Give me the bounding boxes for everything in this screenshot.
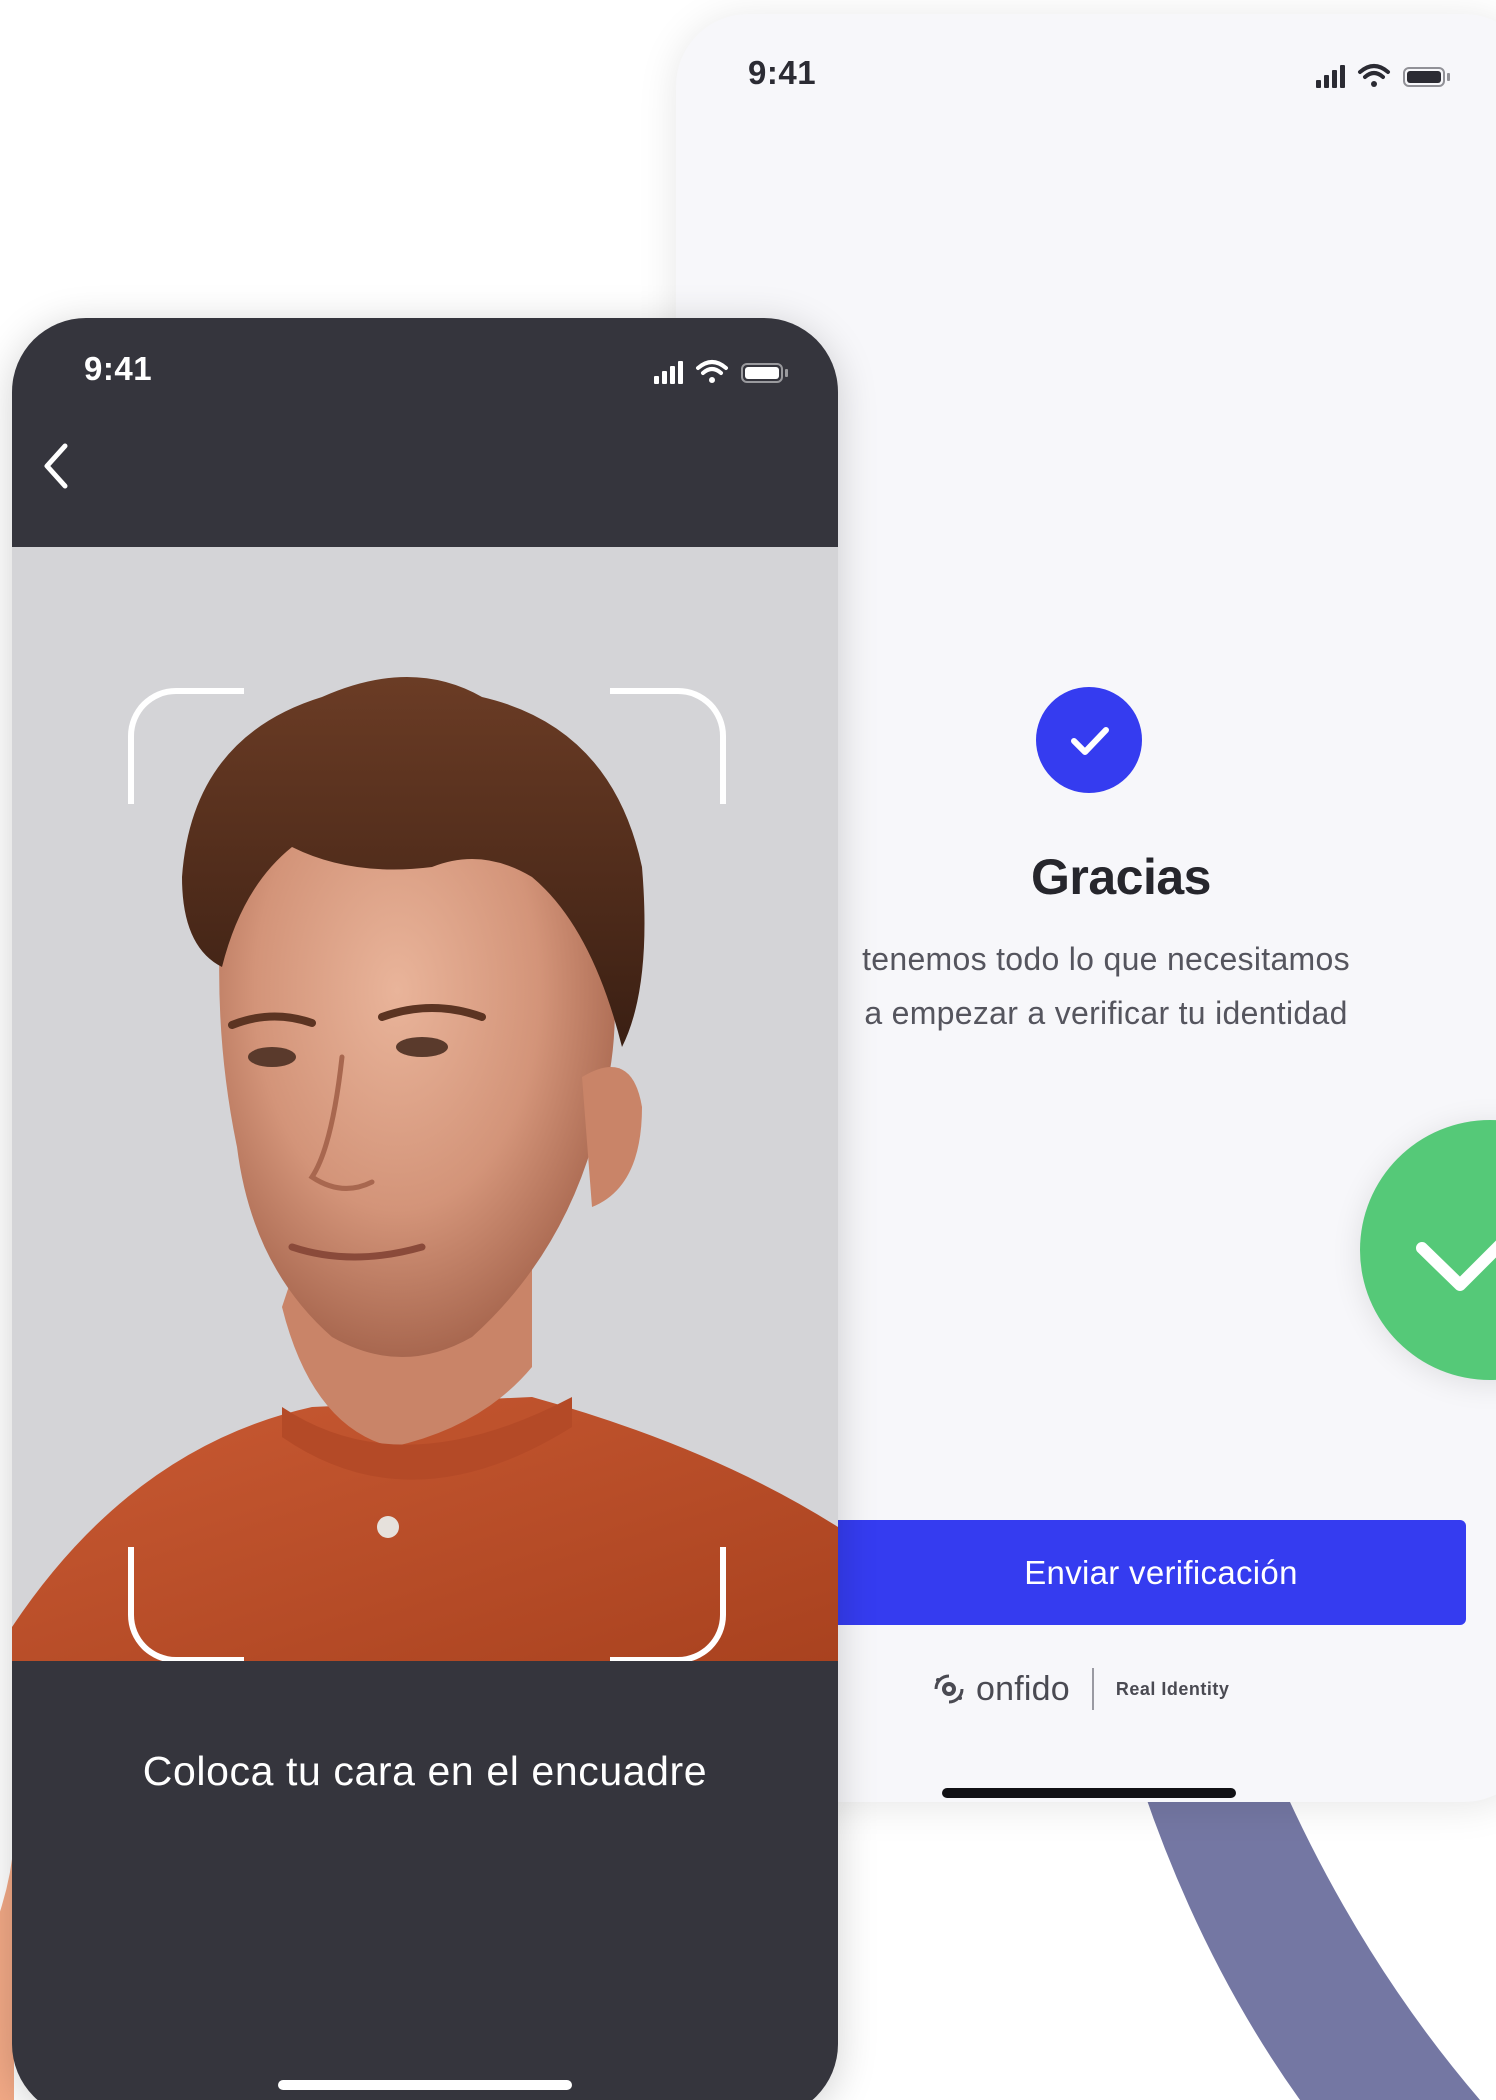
status-time: 9:41	[84, 350, 153, 387]
home-indicator	[278, 2080, 572, 2090]
back-chevron-icon	[44, 443, 68, 489]
frame-corner-top-right	[610, 688, 726, 804]
showcase-stage: 9:41 Gracias tenemos todo lo que necesit…	[0, 0, 1496, 2100]
battery-icon	[741, 363, 788, 383]
capture-instruction: Coloca tu cara en el encuadre	[142, 1748, 708, 1794]
description-line-1: tenemos todo lo que necesitamos	[862, 941, 1350, 977]
wifi-icon	[696, 360, 728, 383]
status-time: 9:41	[748, 54, 817, 91]
brand-footer: onfido Real Identity	[932, 1666, 1229, 1712]
status-bar: 9:41	[676, 14, 1496, 124]
signal-icon	[654, 361, 683, 384]
signal-icon	[1316, 65, 1345, 88]
checkmark-icon	[1071, 727, 1109, 755]
battery-icon	[1403, 67, 1450, 87]
face-capture-phone: 9:41 Coloca tu cara en el encuadre	[12, 318, 838, 2100]
success-check-bubble	[1360, 1120, 1496, 1380]
camera-viewfinder	[12, 547, 838, 1661]
brand-name: onfido	[976, 1669, 1070, 1708]
frame-corner-top-left	[128, 688, 244, 804]
frame-corner-bottom-left	[128, 1547, 244, 1661]
status-icons	[1316, 64, 1450, 88]
brand-divider	[1091, 1668, 1094, 1710]
description-line-2: a empezar a verificar tu identidad	[864, 995, 1348, 1031]
page-description: tenemos todo lo que necesitamos a empeza…	[826, 932, 1386, 1040]
checkmark-icon	[1416, 1240, 1496, 1291]
frame-corner-bottom-right	[610, 1547, 726, 1661]
status-icons	[654, 360, 788, 384]
wifi-icon	[1358, 64, 1390, 87]
back-button[interactable]	[28, 434, 84, 498]
brand-tagline: Real Identity	[1115, 1678, 1230, 1699]
success-badge	[1036, 687, 1142, 793]
home-indicator	[942, 1788, 1236, 1798]
onfido-logo-icon	[934, 1674, 964, 1704]
